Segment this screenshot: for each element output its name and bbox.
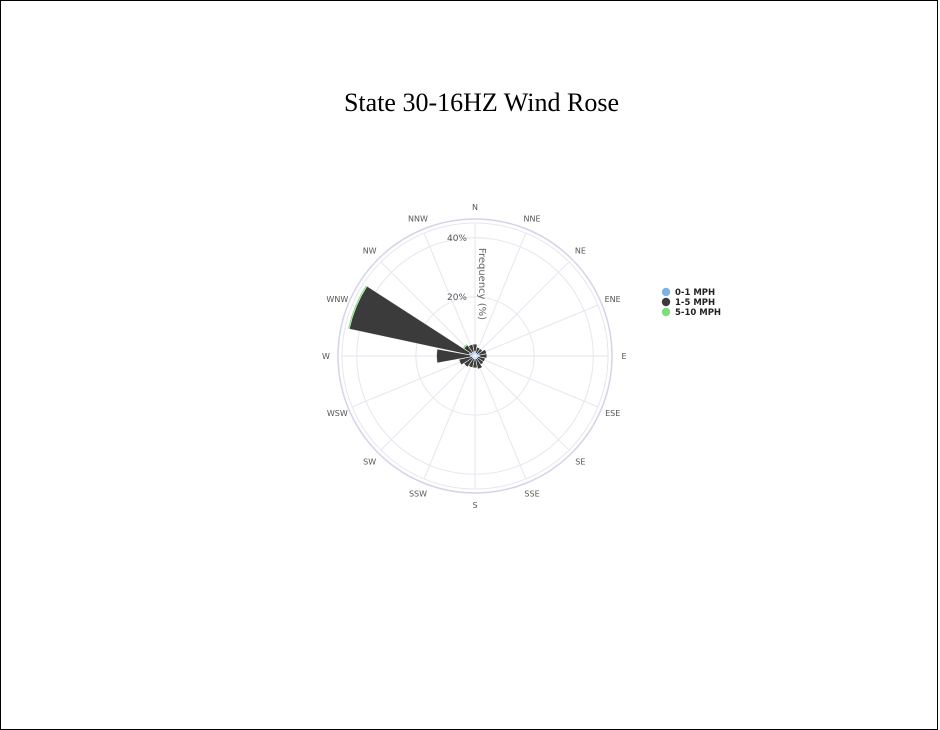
spoke-sw xyxy=(380,355,476,451)
radial-tick-label: 20% xyxy=(447,293,467,303)
legend-swatch xyxy=(661,287,671,297)
direction-label-nnw: NNW xyxy=(408,214,428,223)
direction-label-sse: SSE xyxy=(524,490,539,499)
direction-label-sw: SW xyxy=(363,457,376,466)
legend-label: 0-1 MPH xyxy=(675,288,715,298)
direction-label-n: N xyxy=(472,203,478,212)
direction-label-ssw: SSW xyxy=(409,490,427,499)
direction-label-nw: NW xyxy=(363,247,377,256)
direction-label-nne: NNE xyxy=(524,214,541,223)
direction-label-se: SE xyxy=(575,457,585,466)
direction-label-s: S xyxy=(472,501,477,510)
legend-swatch xyxy=(661,297,671,307)
direction-label-wsw: WSW xyxy=(327,409,348,418)
legend-label: 1-5 MPH xyxy=(675,298,715,308)
legend: 0-1 MPH1-5 MPH5-10 MPH xyxy=(661,287,721,318)
direction-label-w: W xyxy=(322,352,330,361)
spoke-se xyxy=(474,355,570,451)
legend-label: 5-10 MPH xyxy=(675,308,721,318)
direction-label-e: E xyxy=(621,352,626,361)
direction-label-ese: ESE xyxy=(605,409,620,418)
legend-swatch xyxy=(661,307,671,317)
direction-label-ne: NE xyxy=(575,247,586,256)
direction-label-wnw: WNW xyxy=(326,295,348,304)
spoke-ne xyxy=(474,261,570,357)
radial-axis-title: Frequency (%) xyxy=(476,248,487,320)
wind-rose-chart: N NNE NE ENE E ESE SE SSE S SSW SW WSW W WNW NW NNW 20%… xyxy=(322,203,721,510)
radial-ticks: 20% 40% xyxy=(447,234,467,303)
direction-label-ene: ENE xyxy=(605,295,621,304)
radial-tick-label: 40% xyxy=(447,234,467,244)
